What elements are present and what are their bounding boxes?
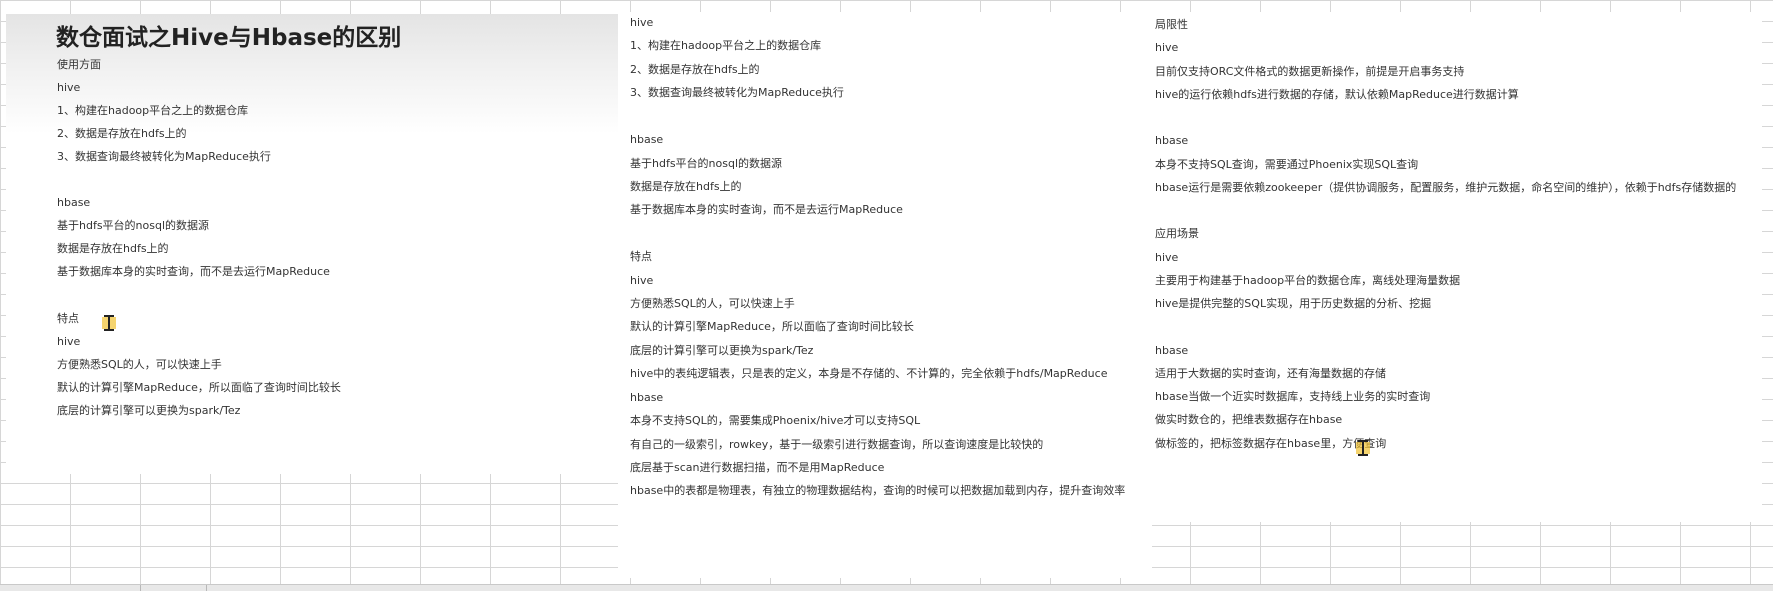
text-line: 基于hdfs平台的nosql的数据源	[57, 219, 210, 232]
text-line: 底层基于scan进行数据扫描，而不是用MapReduce	[630, 461, 885, 474]
text-line: 默认的计算引擎MapReduce，所以面临了查询时间比较长	[57, 381, 341, 394]
text-cursor-icon	[1356, 440, 1370, 456]
text-line: hbase	[1155, 344, 1189, 357]
text-line: 方便熟悉SQL的人，可以快速上手	[630, 297, 795, 310]
text-line: 本身不支持SQL查询，需要通过Phoenix实现SQL查询	[1155, 158, 1419, 171]
text-line: 适用于大数据的实时查询，还有海量数据的存储	[1155, 367, 1386, 380]
horizontal-scrollbar[interactable]	[0, 584, 1773, 591]
text-line: 1、构建在hadoop平台之上的数据仓库	[57, 104, 249, 117]
text-line: hive是提供完整的SQL实现，用于历史数据的分析、挖掘	[1155, 297, 1432, 310]
text-line: 使用方面	[57, 58, 101, 71]
text-line: 基于hdfs平台的nosql的数据源	[630, 157, 783, 170]
text-line: 主要用于构建基于hadoop平台的数据仓库，离线处理海量数据	[1155, 274, 1461, 287]
page-title: 数仓面试之Hive与Hbase的区别	[56, 25, 402, 51]
text-line: 数据是存放在hdfs上的	[630, 180, 742, 193]
text-line: 做标签的，把标签数据存在hbase里，方便查询	[1155, 437, 1387, 450]
text-line: 3、数据查询最终被转化为MapReduce执行	[630, 86, 844, 99]
document-panel-1: 数仓面试之Hive与Hbase的区别 使用方面 hive 1、构建在hadoop平台…	[6, 14, 618, 474]
text-line: 基于数据库本身的实时查询，而不是去运行MapReduce	[57, 265, 330, 278]
text-line: 3、数据查询最终被转化为MapReduce执行	[57, 150, 271, 163]
text-line: 数据是存放在hdfs上的	[57, 242, 169, 255]
document-panel-2: hive 1、构建在hadoop平台之上的数据仓库 2、数据是存放在hdfs上的 3、…	[618, 12, 1152, 578]
text-line: 底层的计算引擎可以更换为spark/Tez	[630, 344, 814, 357]
text-line: hive的运行依赖hdfs进行数据的存储，默认依赖MapReduce进行数据计算	[1155, 88, 1519, 101]
text-line: 默认的计算引擎MapReduce，所以面临了查询时间比较长	[630, 320, 914, 333]
text-line: hbase运行是需要依赖zookeeper（提供协调服务，配置服务，维护元数据，…	[1155, 181, 1737, 194]
text-line: 应用场景	[1155, 227, 1199, 240]
text-line: 2、数据是存放在hdfs上的	[57, 127, 187, 140]
text-line: 本身不支持SQL的，需要集成Phoenix/hive才可以支持SQL	[630, 414, 921, 427]
text-line: hbase中的表都是物理表，有独立的物理数据结构，查询的时候可以把数据加载到内存…	[630, 484, 1126, 497]
text-line: 底层的计算引擎可以更换为spark/Tez	[57, 404, 241, 417]
text-line: hive中的表纯逻辑表，只是表的定义，本身是不存储的、不计算的，完全依赖于hdf…	[630, 367, 1108, 380]
text-line: hbase	[1155, 134, 1189, 147]
text-line: 方便熟悉SQL的人，可以快速上手	[57, 358, 222, 371]
text-line: hbase	[630, 391, 664, 404]
text-line: hbase	[630, 133, 664, 146]
document-panel-3: 局限性 hive 目前仅支持ORC文件格式的数据更新操作，前提是开启事务支持 hive…	[1142, 12, 1762, 522]
text-line: hive	[57, 335, 81, 348]
text-line: hbase	[57, 196, 91, 209]
text-line: 目前仅支持ORC文件格式的数据更新操作，前提是开启事务支持	[1155, 65, 1465, 78]
text-line: hbase当做一个近实时数据库，支持线上业务的实时查询	[1155, 390, 1431, 403]
text-line: hive	[1155, 41, 1179, 54]
text-line: hive	[57, 81, 81, 94]
text-line: 有自己的一级索引，rowkey，基于一级索引进行数据查询，所以查询速度是比较快的	[630, 438, 1044, 451]
text-line: 1、构建在hadoop平台之上的数据仓库	[630, 39, 822, 52]
text-line: hive	[1155, 251, 1179, 264]
text-line: 特点	[630, 250, 652, 263]
text-line: 局限性	[1155, 18, 1188, 31]
text-line: 2、数据是存放在hdfs上的	[630, 63, 760, 76]
text-line: 特点	[57, 312, 79, 325]
text-cursor-icon	[102, 315, 116, 331]
text-line: 基于数据库本身的实时查询，而不是去运行MapReduce	[630, 203, 903, 216]
text-line: hive	[630, 16, 654, 29]
text-line: hive	[630, 274, 654, 287]
text-line: 做实时数仓的，把维表数据存在hbase	[1155, 413, 1343, 426]
